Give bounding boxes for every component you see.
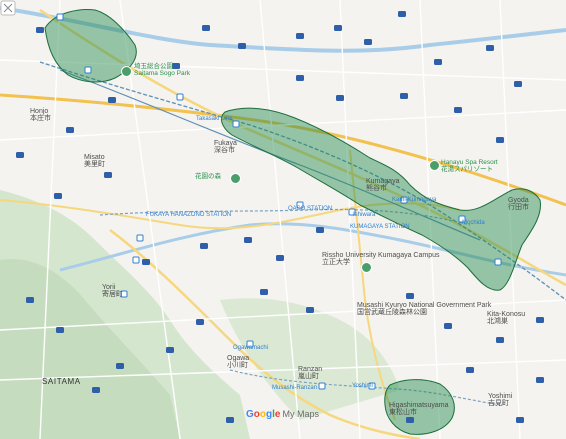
- station-icon: [494, 258, 502, 266]
- park-pin-icon[interactable]: [230, 173, 241, 184]
- station-icon: [318, 382, 326, 390]
- label-kumagaya: Kumagaya 熊谷市: [366, 178, 400, 193]
- label-ranzan: Ranzan 嵐山町: [298, 366, 323, 381]
- route-shield-icon: [406, 293, 414, 299]
- poi-saitama-sogo-park[interactable]: 埼玉総合公園 Saitama Sogo Park: [134, 63, 190, 78]
- route-shield-icon: [296, 75, 304, 81]
- route-shield-icon: [166, 347, 174, 353]
- route-shield-icon: [202, 25, 210, 31]
- route-shield-icon: [486, 45, 494, 51]
- route-shield-icon: [92, 387, 100, 393]
- route-shield-icon: [108, 97, 116, 103]
- station-icon: [132, 256, 140, 264]
- poi-rissho-university[interactable]: Rissho University Kumagaya Campus 立正大学: [322, 252, 440, 267]
- route-shield-icon: [466, 367, 474, 373]
- route-shield-icon: [444, 323, 452, 329]
- route-shield-icon: [400, 93, 408, 99]
- route-shield-icon: [516, 417, 524, 423]
- station-icon: [56, 13, 64, 21]
- station-icon: [176, 93, 184, 101]
- label-fukaya: Fukaya 深谷市: [214, 140, 237, 155]
- route-shield-icon: [496, 337, 504, 343]
- poi-hanazono-forest[interactable]: 花園の森: [195, 173, 221, 181]
- label-saitama: SAITAMA: [42, 377, 81, 386]
- station-mochida[interactable]: Mochida: [462, 220, 485, 226]
- poi-hanayu-spa[interactable]: Hanayu Spa Resort 花湯スパリゾート: [441, 159, 498, 174]
- label-misato: Misato 美里町: [84, 154, 105, 169]
- label-higashimatsuyama: Higashimatsuyama 東松山市: [389, 402, 449, 417]
- route-shield-icon: [536, 317, 544, 323]
- map-canvas[interactable]: Honjo 本庄市 Fukaya 深谷市 Kumagaya 熊谷市 Gyoda 行田市 …: [0, 0, 566, 439]
- route-shield-icon: [26, 297, 34, 303]
- label-honjo: Honjo 本庄市: [30, 108, 51, 123]
- station-fukaya-hanazono[interactable]: FUKAYA HANAZONO STATION: [146, 212, 231, 218]
- station-ishiwara[interactable]: Ishiwara: [353, 212, 375, 218]
- station-ogawamachi[interactable]: Ogawamachi: [233, 345, 268, 351]
- route-shield-icon: [54, 193, 62, 199]
- route-shield-icon: [316, 227, 324, 233]
- route-shield-icon: [36, 27, 44, 33]
- route-shield-icon: [336, 95, 344, 101]
- route-shield-icon: [434, 59, 442, 65]
- station-musashi-ranzan[interactable]: Musashi-Ranzan: [272, 385, 317, 391]
- park-pin-icon[interactable]: [121, 66, 132, 77]
- route-shield-icon: [116, 363, 124, 369]
- route-shield-icon: [496, 137, 504, 143]
- route-shield-icon: [406, 417, 414, 423]
- station-yoshimi[interactable]: Yoshimi: [352, 383, 373, 389]
- route-shield-icon: [398, 11, 406, 17]
- route-shield-icon: [196, 319, 204, 325]
- route-shield-icon: [276, 255, 284, 261]
- google-my-maps-logo: Google My Maps: [246, 409, 319, 420]
- fullscreen-icon[interactable]: [0, 0, 16, 16]
- route-shield-icon: [142, 259, 150, 265]
- route-shield-icon: [514, 81, 522, 87]
- station-icon: [232, 120, 240, 128]
- label-kitakonosu: Kita-Konosu 北鴻巣: [487, 311, 526, 326]
- label-yoshimi: Yoshimi 吉見町: [488, 393, 513, 408]
- spa-pin-icon[interactable]: [429, 160, 440, 171]
- station-icon: [136, 234, 144, 242]
- route-shield-icon: [260, 289, 268, 295]
- route-shield-icon: [16, 152, 24, 158]
- station-oaso[interactable]: OASO STATION: [288, 206, 332, 212]
- route-shield-icon: [66, 127, 74, 133]
- station-kami-kumagaya[interactable]: Kami-Kumagaya: [392, 197, 436, 203]
- route-shield-icon: [364, 39, 372, 45]
- poi-musashi-kyuryo[interactable]: Musashi Kyuryo National Government Park 国…: [357, 302, 491, 317]
- station-icon: [84, 66, 92, 74]
- route-shield-icon: [200, 243, 208, 249]
- label-takasaki-line: Takasaki Line: [196, 116, 233, 122]
- route-shield-icon: [56, 327, 64, 333]
- label-yorii: Yorii 寄居町: [102, 284, 123, 299]
- route-shield-icon: [244, 237, 252, 243]
- route-shield-icon: [334, 25, 342, 31]
- route-shield-icon: [226, 417, 234, 423]
- route-shield-icon: [296, 33, 304, 39]
- route-shield-icon: [306, 307, 314, 313]
- route-shield-icon: [238, 43, 246, 49]
- label-gyoda: Gyoda 行田市: [508, 197, 529, 212]
- station-kumagaya[interactable]: KUMAGAYA STATION: [350, 224, 410, 230]
- route-shield-icon: [454, 107, 462, 113]
- route-shield-icon: [104, 172, 112, 178]
- label-ogawa: Ogawa 小川町: [227, 355, 250, 370]
- route-shield-icon: [536, 377, 544, 383]
